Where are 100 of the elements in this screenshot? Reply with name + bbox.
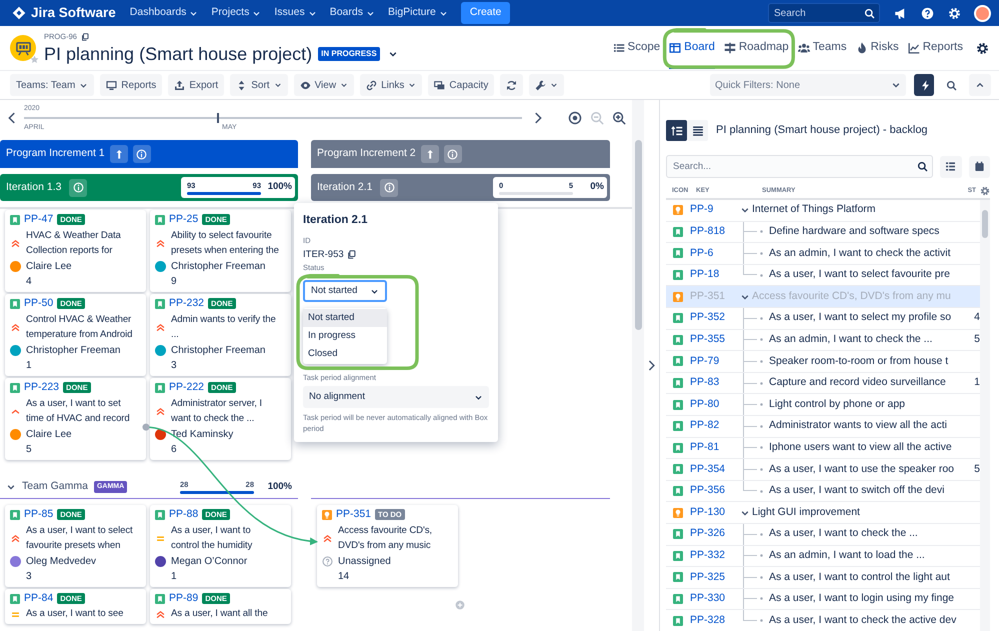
nav-menu[interactable]: Boards (330, 5, 375, 21)
backlog-row[interactable]: PP-6 As an admin, I want to check the activit (666, 243, 980, 265)
issue-key-link[interactable]: PP-82 (690, 418, 740, 434)
backlog-row[interactable]: PP-332 As an admin, I want to load the ... (666, 546, 980, 568)
icon-button[interactable] (529, 74, 564, 96)
star-icon[interactable] (30, 55, 39, 64)
nav-tab[interactable]: Reports (908, 26, 963, 70)
backlog-row[interactable]: PP-9 Internet of Things Platform (666, 200, 980, 222)
toolbar-button[interactable]: Sort (230, 74, 288, 96)
toolbar-button[interactable]: View (294, 74, 354, 96)
issue-key-link[interactable]: PP-332 (690, 548, 740, 564)
backlog-row[interactable]: PP-79 Speaker room-to-room or from house t (666, 351, 980, 373)
issue-key-link[interactable]: PP-79 (690, 354, 740, 370)
backlog-row[interactable]: PP-82 Administrator wants to view all the acti (666, 416, 980, 438)
issue-key-link[interactable]: PP-50 (24, 296, 54, 312)
issue-key-link[interactable]: PP-85 (24, 506, 54, 522)
issue-key-link[interactable]: PP-83 (690, 375, 740, 391)
issue-key-link[interactable]: PP-47 (24, 212, 54, 228)
zoom-in-button[interactable] (610, 110, 628, 124)
issue-key-link[interactable]: PP-89 (169, 590, 198, 606)
teams-dropdown[interactable]: Teams: Team (10, 74, 94, 96)
icon-button[interactable] (500, 74, 524, 96)
dropdown-option[interactable]: In progress (303, 327, 387, 346)
help-icon[interactable] (921, 6, 934, 20)
issue-key-link[interactable]: PP-84 (24, 590, 54, 606)
issue-key-link[interactable]: PP-330 (690, 591, 740, 607)
toolbar-button[interactable]: Export (168, 74, 224, 96)
alignment-dropdown[interactable]: No alignment (303, 386, 489, 408)
backlog-row[interactable]: PP-130 Light GUI improvement (666, 502, 980, 524)
increment-bar[interactable]: Program Increment 2 (311, 140, 610, 168)
info-button[interactable] (380, 178, 398, 196)
issue-key-link[interactable]: PP-351 (336, 506, 372, 522)
info-button[interactable] (444, 145, 462, 163)
toolbar-button[interactable]: Reports (100, 74, 162, 96)
nav-menu[interactable]: Projects (211, 5, 262, 21)
nav-menu[interactable]: Issues (274, 5, 317, 21)
scrollbar-thumb[interactable] (982, 210, 988, 238)
view-toggle[interactable] (687, 120, 708, 141)
nav-tab[interactable]: Board (669, 26, 715, 70)
backlog-row[interactable]: PP-356 As a user, I want to switch off the devi (666, 480, 980, 502)
columns-button[interactable] (940, 156, 962, 178)
logo-icon[interactable] (12, 6, 26, 20)
issue-key-link[interactable]: PP-232 (169, 296, 204, 312)
view-toggle[interactable] (666, 120, 687, 141)
issue-key-link[interactable]: PP-80 (690, 396, 740, 413)
issue-key-link[interactable]: PP-356 (690, 483, 740, 499)
bolt-button[interactable] (914, 74, 934, 96)
issue-key-link[interactable]: PP-88 (169, 506, 198, 522)
info-button[interactable] (132, 145, 151, 163)
create-button[interactable]: Create (460, 2, 510, 24)
today-button[interactable] (566, 110, 584, 124)
backlog-row[interactable]: PP-330 As a user, I want to login using my finge (666, 588, 980, 610)
issue-key-link[interactable]: PP-81 (690, 440, 740, 456)
issue-key-link[interactable]: PP-326 (690, 526, 740, 542)
issue-key-link[interactable]: PP-355 (690, 332, 740, 348)
megaphone-icon[interactable] (894, 6, 907, 20)
quick-filters-field[interactable]: Quick Filters: None (710, 74, 906, 96)
pull-up-button[interactable] (420, 145, 439, 163)
nav-tab[interactable]: Risks (856, 26, 899, 70)
issue-key-link[interactable]: PP-328 (690, 612, 740, 628)
backlog-row[interactable]: PP-325 As a user, I want to control the light aut (666, 567, 980, 589)
issue-key-link[interactable]: PP-9 (690, 202, 740, 218)
expand-chevron-icon[interactable] (646, 360, 657, 371)
toolbar-button[interactable]: Links (360, 74, 422, 96)
backlog-row[interactable]: PP-354 As a user, I want to use the speaker roo 5 (666, 459, 980, 481)
nav-tab[interactable]: Scope (612, 26, 660, 70)
backlog-row[interactable]: PP-352 As a user, I want to select my profile so 4 (666, 308, 980, 330)
issue-key-link[interactable]: PP-6 (690, 246, 740, 262)
dropdown-option[interactable]: Closed (303, 345, 387, 364)
backlog-row[interactable]: PP-81 Iphone users want to view all the active (666, 438, 980, 460)
issue-key-link[interactable]: PP-25 (169, 212, 198, 228)
issue-key-link[interactable]: PP-130 (690, 504, 740, 520)
nav-tab[interactable]: Teams (798, 26, 847, 70)
scrollbar-thumb[interactable] (634, 140, 642, 330)
backlog-row[interactable]: PP-326 As a user, I want to check the ... (666, 524, 980, 546)
product-name[interactable]: Jira Software (31, 2, 116, 24)
backlog-row[interactable]: PP-818 Define hardware and software specs (666, 222, 980, 244)
settings-icon[interactable] (976, 42, 989, 54)
issue-key-link[interactable]: PP-18 (690, 267, 740, 283)
search-field[interactable]: Search (768, 3, 880, 23)
nav-menu[interactable]: Dashboards (130, 5, 198, 21)
info-button[interactable] (69, 178, 88, 196)
issue-key-link[interactable]: PP-222 (169, 380, 204, 396)
dropdown-option[interactable]: Not started (303, 309, 387, 328)
nav-menu[interactable]: BigPicture (388, 5, 448, 21)
issue-key-link[interactable]: PP-818 (690, 224, 740, 240)
backlog-row[interactable]: PP-83 Capture and record video surveillance 1 (666, 372, 980, 394)
status-dropdown[interactable]: Not started (303, 280, 387, 302)
copy-icon[interactable] (80, 33, 89, 41)
nav-tab[interactable]: Roadmap (724, 26, 789, 70)
backlog-row[interactable]: PP-80 Light control by phone or app (666, 394, 980, 416)
increment-bar[interactable]: Program Increment 1 (0, 140, 298, 168)
copy-icon[interactable] (346, 250, 356, 260)
collapse-button[interactable] (969, 74, 991, 96)
backlog-row[interactable]: PP-355 As an admin, I want to check the ... 5 (666, 330, 980, 352)
issue-key-link[interactable]: PP-352 (690, 310, 740, 326)
toolbar-button[interactable]: Capacity (428, 74, 494, 96)
pull-up-button[interactable] (110, 145, 128, 163)
issue-key-link[interactable]: PP-325 (690, 570, 740, 586)
issue-key-link[interactable]: PP-223 (24, 380, 60, 396)
